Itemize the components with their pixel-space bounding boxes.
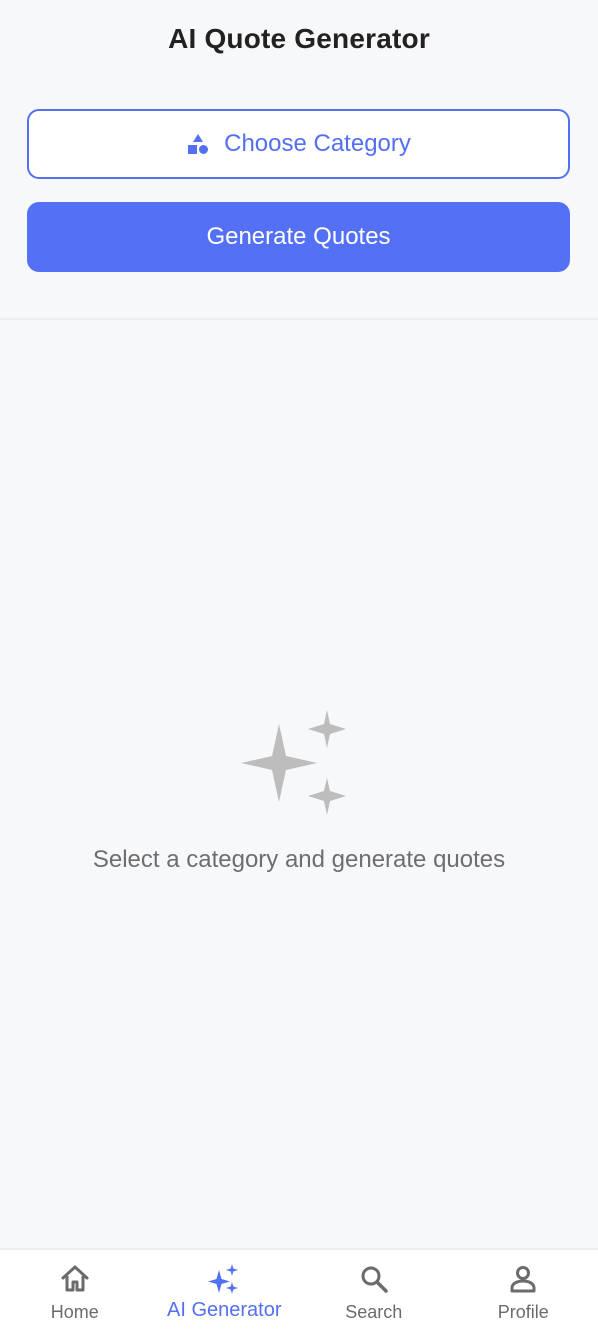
app-screen: AI Quote Generator Choose Category Gener… (0, 0, 598, 1332)
nav-label-ai-generator: AI Generator (166, 1299, 282, 1321)
nav-label-home: Home (50, 1302, 99, 1322)
bottom-nav: Home AI Generator Search Profile (0, 1248, 598, 1332)
controls-section: Choose Category Generate Quotes (0, 78, 598, 272)
search-icon (357, 1262, 391, 1296)
sparkles-icon (207, 1262, 241, 1296)
nav-item-home[interactable]: Home (0, 1250, 150, 1332)
generate-quotes-label: Generate Quotes (206, 223, 391, 250)
nav-label-profile: Profile (497, 1302, 549, 1322)
person-icon (506, 1262, 540, 1296)
category-shapes-icon (186, 132, 210, 156)
top-bar: AI Quote Generator (0, 0, 598, 78)
nav-item-search[interactable]: Search (299, 1250, 449, 1332)
nav-item-profile[interactable]: Profile (449, 1250, 598, 1332)
empty-state: Select a category and generate quotes (0, 700, 598, 874)
nav-item-ai-generator[interactable]: AI Generator (150, 1250, 300, 1332)
sparkles-icon (239, 700, 359, 820)
choose-category-label: Choose Category (224, 130, 411, 157)
page-title: AI Quote Generator (168, 23, 430, 54)
generate-quotes-button[interactable]: Generate Quotes (27, 202, 570, 272)
nav-label-search: Search (345, 1302, 403, 1322)
empty-state-message: Select a category and generate quotes (92, 846, 506, 873)
section-divider (0, 318, 598, 320)
home-icon (58, 1262, 92, 1296)
choose-category-button[interactable]: Choose Category (27, 109, 570, 179)
